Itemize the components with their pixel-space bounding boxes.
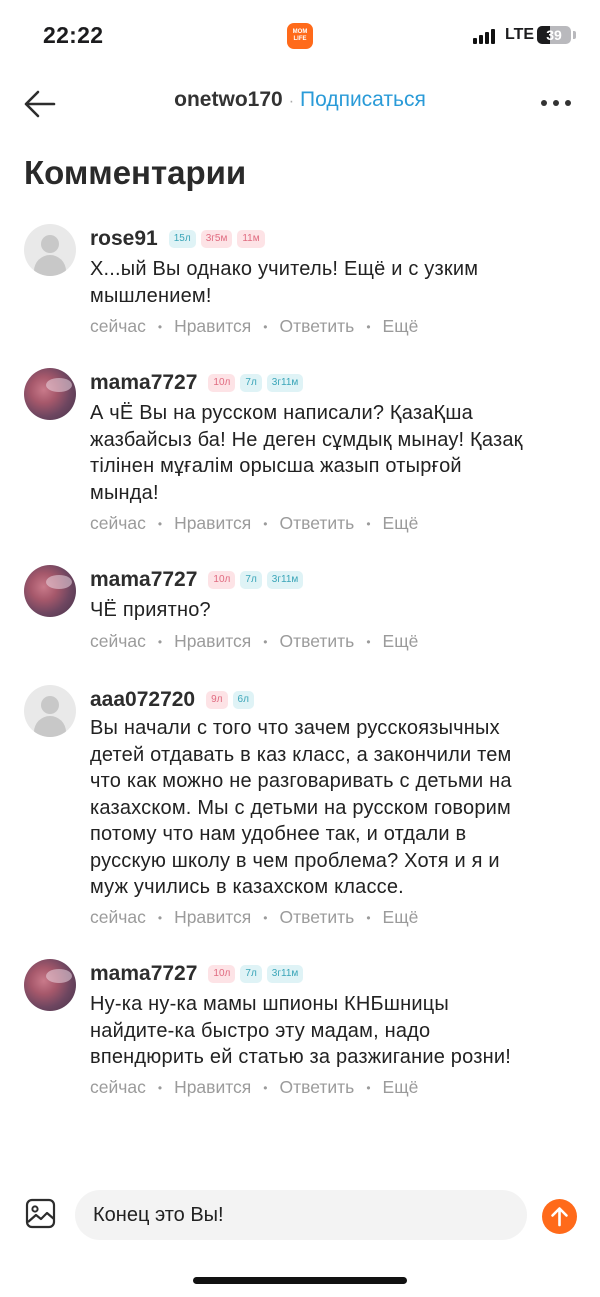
battery-percent: 39 (546, 27, 562, 43)
avatar[interactable] (24, 685, 76, 737)
comment-text: Х...ый Вы однако учитель! Ещё и с узким … (90, 256, 590, 309)
comment-username[interactable]: rose91 (90, 227, 158, 251)
more-button[interactable]: Ещё (383, 1077, 419, 1098)
like-button[interactable]: Нравится (174, 631, 251, 652)
comment-header: rose91 15л 3г5м 11м (90, 226, 265, 252)
child-age-badge: 3г11м (266, 965, 304, 983)
reply-button[interactable]: Ответить (280, 513, 355, 534)
battery-nub (573, 31, 576, 39)
app-logo-text-bottom: LIFE (293, 36, 307, 42)
reply-button[interactable]: Ответить (280, 316, 355, 337)
comment-line: Вы начали с того что зачем русскоязычных (90, 717, 500, 739)
child-age-badge: 15л (168, 230, 196, 248)
comment-text: ЧЁ приятно? (90, 597, 590, 624)
comment-actions: сейчас • Нравится • Ответить • Ещё (90, 316, 419, 337)
comment-actions: сейчас • Нравится • Ответить • Ещё (90, 631, 419, 652)
home-indicator[interactable] (193, 1277, 407, 1284)
avatar[interactable] (24, 224, 76, 276)
more-options-icon[interactable] (538, 98, 574, 110)
nav-header: onetwo170 · Подписаться (0, 88, 600, 112)
reply-button[interactable]: Ответить (280, 631, 355, 652)
comment-actions: сейчас • Нравится • Ответить • Ещё (90, 1077, 419, 1098)
reply-button[interactable]: Ответить (280, 907, 355, 928)
comment-line: жазбайсыз ба! Не деген сұмдық мынау! Қаз… (90, 428, 523, 451)
comment-username[interactable]: aaa072720 (90, 688, 195, 712)
comment-username[interactable]: mama7727 (90, 568, 197, 592)
comment-time: сейчас (90, 513, 146, 533)
comment-line: муж учились в казахском классе. (90, 876, 404, 898)
child-age-badge: 7л (240, 374, 262, 392)
child-age-badge: 3г5м (200, 230, 233, 248)
nav-bar: onetwo170 · Подписаться (0, 78, 600, 128)
like-button[interactable]: Нравится (174, 907, 251, 928)
comment-username[interactable]: mama7727 (90, 962, 197, 986)
signal-icon (473, 28, 497, 44)
more-button[interactable]: Ещё (383, 907, 419, 928)
comment-header: aaa072720 9л 6л (90, 687, 254, 713)
comment-line: тілінен мұғалім орысша жазып отырғой (90, 455, 462, 477)
comment-line: впендюрить ей статью за разжигание розни… (90, 1046, 511, 1068)
comment-input[interactable] (75, 1190, 527, 1240)
profile-username[interactable]: onetwo170 (174, 88, 283, 111)
app-logo-text-top: MOM (292, 29, 308, 35)
avatar[interactable] (24, 368, 76, 420)
child-age-badge: 10л (208, 965, 236, 983)
comment-text: А чЁ Вы на русском написали? ҚазаҚша жаз… (90, 400, 590, 506)
nav-separator: · (288, 93, 295, 110)
like-button[interactable]: Нравится (174, 513, 251, 534)
comment-line: А чЁ Вы на русском написали? ҚазаҚша (90, 402, 473, 424)
comment-line: мышлением! (90, 284, 212, 307)
comment-text: Вы начали с того что зачем русскоязычных… (90, 715, 590, 901)
like-button[interactable]: Нравится (174, 1077, 251, 1098)
comment-header: mama7727 10л 7л 3г11м (90, 961, 304, 987)
battery-icon: 39 (537, 26, 571, 44)
comment-header: mama7727 10л 7л 3г11м (90, 567, 304, 593)
comment-time: сейчас (90, 631, 146, 651)
reply-button[interactable]: Ответить (280, 1077, 355, 1098)
child-age-badge: 7л (240, 965, 262, 983)
comment-time: сейчас (90, 907, 146, 927)
comment-header: mama7727 10л 7л 3г11м (90, 370, 304, 396)
child-age-badge: 9л (206, 691, 228, 709)
comment-line: Х...ый Вы однако учитель! Ещё и с узким (90, 258, 479, 280)
comment-text: Ну-ка ну-ка мамы шпионы КНБшницы найдите… (90, 991, 590, 1071)
subscribe-button[interactable]: Подписаться (300, 88, 426, 111)
app-logo-icon: MOM LIFE (287, 23, 313, 49)
comment-line: детей отдавать в каз класс, а закончили … (90, 743, 512, 766)
comment-actions: сейчас • Нравится • Ответить • Ещё (90, 907, 419, 928)
comment-time: сейчас (90, 316, 146, 336)
child-age-badge: 3г11м (266, 374, 304, 392)
send-arrow-icon[interactable] (542, 1199, 577, 1234)
comment-username[interactable]: mama7727 (90, 371, 197, 395)
child-age-badge: 10л (208, 374, 236, 392)
comment-line: казахском. Мы с детьми на русском говори… (90, 796, 512, 819)
comment-actions: сейчас • Нравится • Ответить • Ещё (90, 513, 419, 534)
like-button[interactable]: Нравится (174, 316, 251, 337)
status-time: 22:22 (43, 22, 104, 48)
more-button[interactable]: Ещё (383, 631, 419, 652)
network-label: LTE (505, 26, 535, 43)
comment-line: мында! (90, 481, 159, 504)
avatar[interactable] (24, 959, 76, 1011)
comment-line: что как можно не разговаривать с детьми … (90, 770, 512, 792)
page-title: Комментарии (24, 154, 247, 191)
comment-line: потому что нам удобнее так, и отдали в (90, 823, 467, 845)
status-bar: 22:22 MOM LIFE LTE 39 (0, 0, 600, 72)
comment-composer (0, 1190, 600, 1242)
child-age-badge: 6л (232, 691, 254, 709)
comment-line: Ну-ка ну-ка мамы шпионы КНБшницы (90, 993, 449, 1015)
child-age-badge: 7л (240, 571, 262, 589)
avatar[interactable] (24, 565, 76, 617)
image-icon[interactable] (25, 1198, 56, 1229)
comment-line: русскую школу в чем проблема? Хотя и я и (90, 849, 500, 872)
child-age-badge: 3г11м (266, 571, 304, 589)
more-button[interactable]: Ещё (383, 316, 419, 337)
comment-line: ЧЁ приятно? (90, 599, 211, 621)
comment-line: найдите-ка быстро эту мадам, надо (90, 1019, 431, 1042)
child-age-badge: 11м (237, 230, 265, 248)
child-age-badge: 10л (208, 571, 236, 589)
comment-time: сейчас (90, 1077, 146, 1097)
more-button[interactable]: Ещё (383, 513, 419, 534)
